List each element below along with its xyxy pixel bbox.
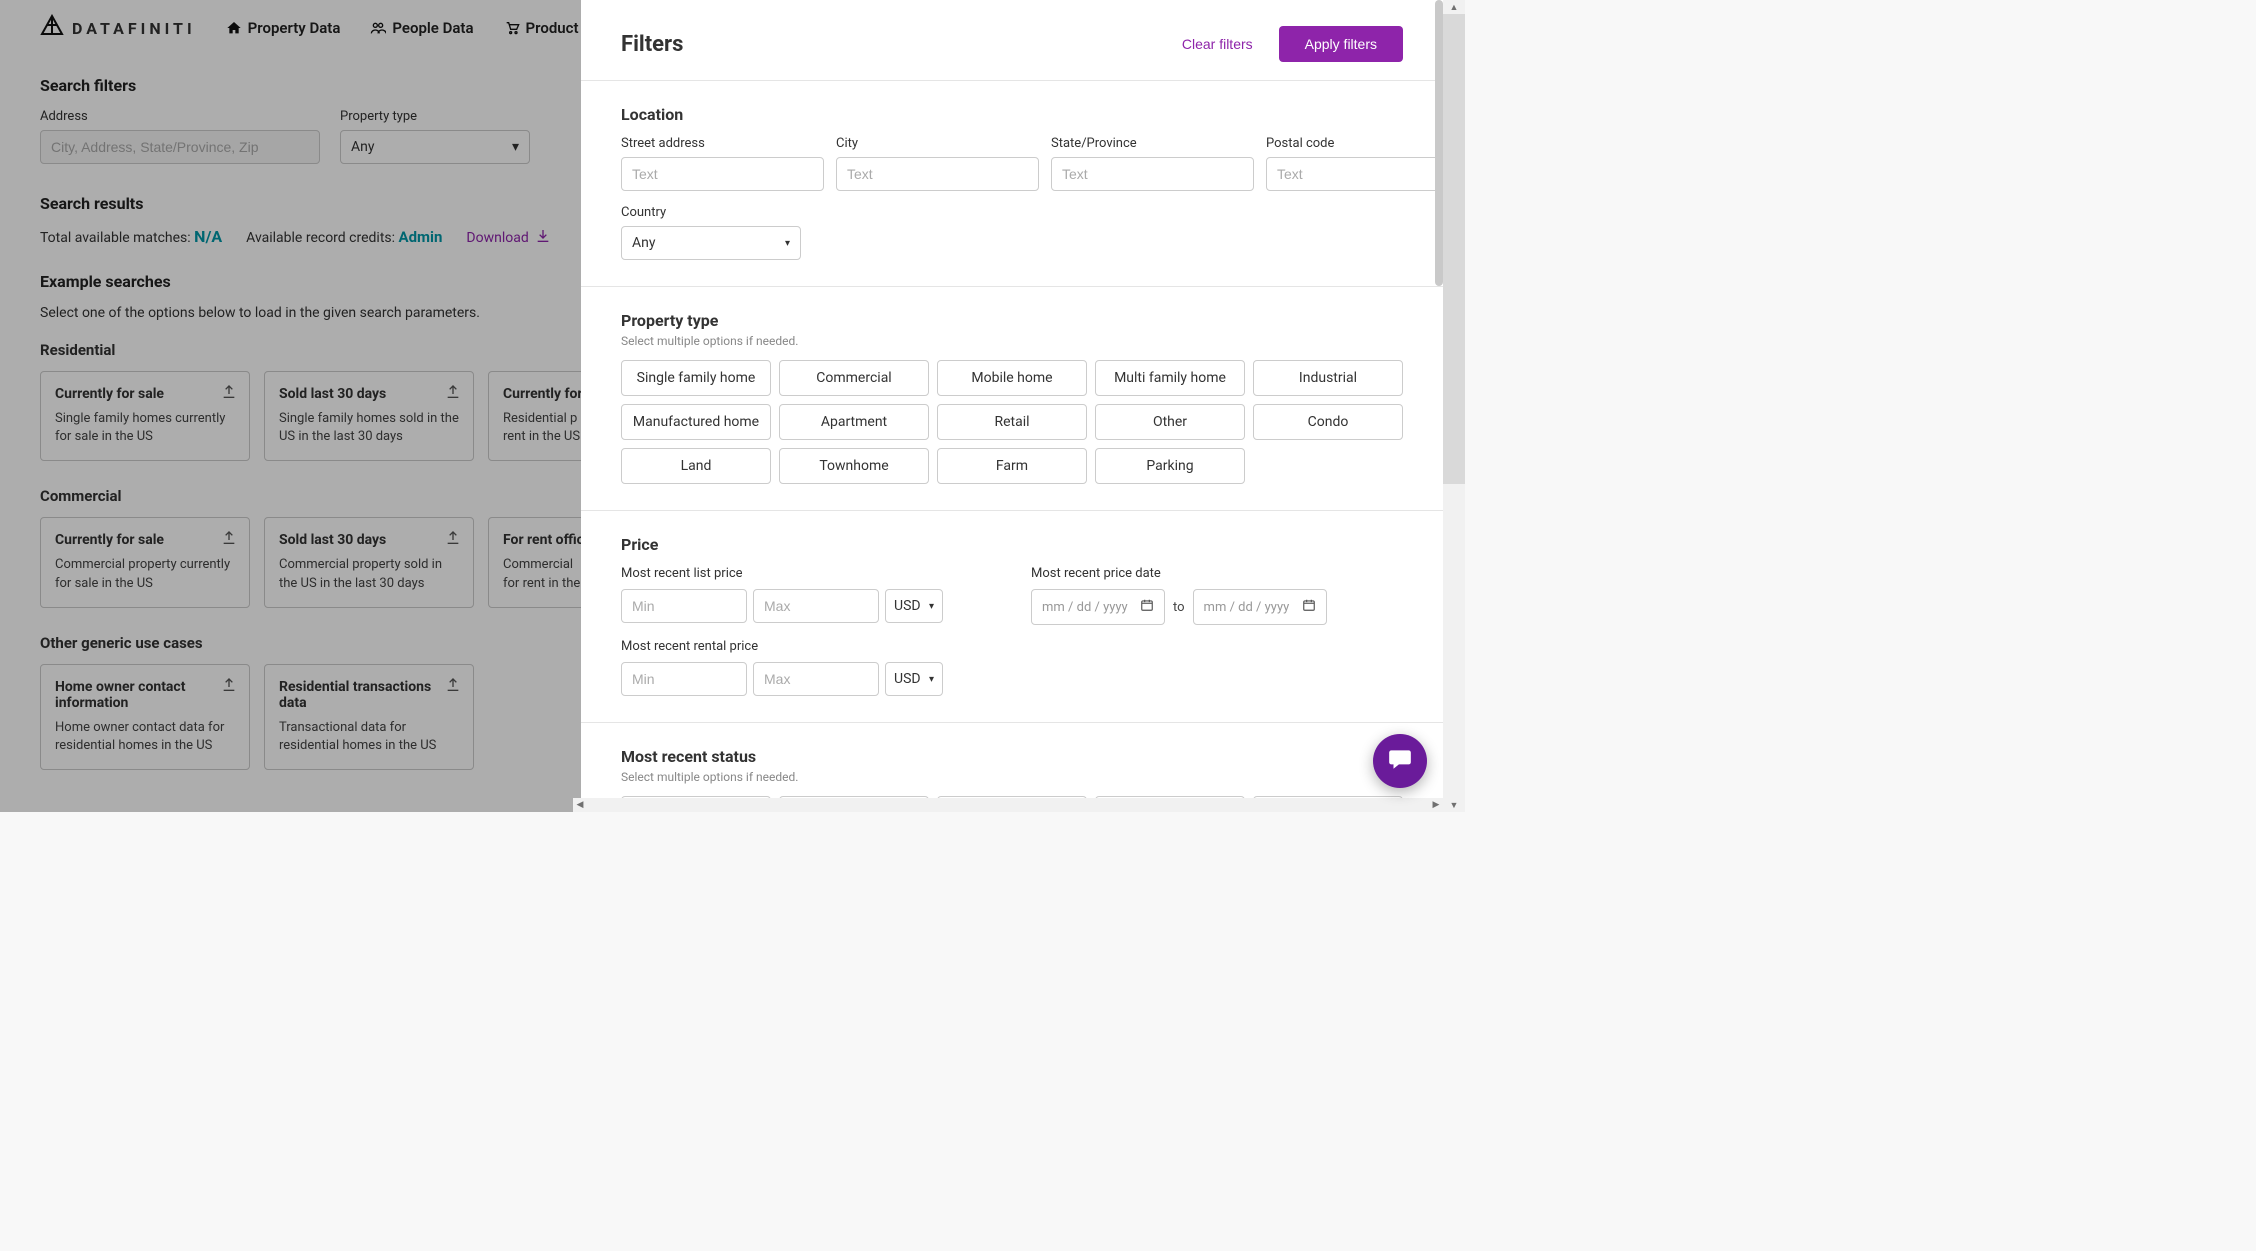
apply-filters-button[interactable]: Apply filters bbox=[1279, 26, 1403, 62]
clear-filters-button[interactable]: Clear filters bbox=[1182, 36, 1253, 52]
property-type-chip[interactable]: Other bbox=[1095, 404, 1245, 440]
status-title: Most recent status bbox=[621, 747, 1403, 766]
divider bbox=[581, 80, 1443, 81]
panel-scrollbar[interactable] bbox=[1435, 0, 1443, 798]
scroll-left-arrow-icon[interactable]: ◀ bbox=[573, 798, 587, 812]
price-section: Price Most recent list price USD ▾ Most … bbox=[621, 535, 1403, 696]
city-input[interactable] bbox=[836, 157, 1039, 191]
list-price-min-input[interactable] bbox=[621, 589, 747, 623]
location-section: Location Street address City State/Provi… bbox=[621, 105, 1403, 260]
property-type-chip[interactable]: Mobile home bbox=[937, 360, 1087, 396]
divider bbox=[581, 722, 1443, 723]
chevron-down-icon: ▾ bbox=[785, 238, 790, 249]
property-type-chip[interactable]: Retail bbox=[937, 404, 1087, 440]
property-type-section: Property type Select multiple options if… bbox=[621, 311, 1403, 484]
property-type-chip[interactable]: Commercial bbox=[779, 360, 929, 396]
chevron-down-icon: ▾ bbox=[929, 601, 934, 612]
postal-input[interactable] bbox=[1266, 157, 1443, 191]
chat-icon bbox=[1387, 746, 1413, 776]
date-to-label: to bbox=[1173, 600, 1185, 615]
rental-price-max-input[interactable] bbox=[753, 662, 879, 696]
property-type-chip[interactable]: Condo bbox=[1253, 404, 1403, 440]
property-type-chips: Single family homeCommercialMobile homeM… bbox=[621, 360, 1403, 484]
country-select[interactable]: Any ▾ bbox=[621, 226, 801, 260]
filters-title: Filters bbox=[621, 32, 683, 57]
property-type-chip[interactable]: Farm bbox=[937, 448, 1087, 484]
chevron-down-icon: ▾ bbox=[929, 674, 934, 685]
property-type-sub: Select multiple options if needed. bbox=[621, 334, 1403, 348]
list-price-label: Most recent list price bbox=[621, 566, 993, 581]
scroll-up-arrow-icon[interactable]: ▲ bbox=[1443, 0, 1465, 14]
list-price-currency-select[interactable]: USD ▾ bbox=[885, 589, 943, 623]
list-price-max-input[interactable] bbox=[753, 589, 879, 623]
property-type-chip[interactable]: Multi family home bbox=[1095, 360, 1245, 396]
property-type-chip[interactable]: Townhome bbox=[779, 448, 929, 484]
divider bbox=[581, 510, 1443, 511]
window-scrollbar-thumb[interactable] bbox=[1443, 14, 1465, 484]
city-label: City bbox=[836, 136, 1039, 151]
price-title: Price bbox=[621, 535, 1403, 554]
window-scrollbar-horizontal[interactable]: ◀ ▶ bbox=[573, 798, 1443, 812]
scroll-right-arrow-icon[interactable]: ▶ bbox=[1429, 798, 1443, 812]
street-address-label: Street address bbox=[621, 136, 824, 151]
street-address-input[interactable] bbox=[621, 157, 824, 191]
calendar-icon bbox=[1140, 598, 1154, 616]
price-date-to-input[interactable]: mm / dd / yyyy bbox=[1193, 589, 1327, 625]
property-type-title: Property type bbox=[621, 311, 1403, 330]
price-date-from-input[interactable]: mm / dd / yyyy bbox=[1031, 589, 1165, 625]
location-title: Location bbox=[621, 105, 1403, 124]
state-input[interactable] bbox=[1051, 157, 1254, 191]
property-type-chip[interactable]: Land bbox=[621, 448, 771, 484]
property-type-chip[interactable]: Parking bbox=[1095, 448, 1245, 484]
rental-price-min-input[interactable] bbox=[621, 662, 747, 696]
property-type-chip[interactable]: Industrial bbox=[1253, 360, 1403, 396]
scroll-down-arrow-icon[interactable]: ▼ bbox=[1443, 798, 1465, 812]
property-type-chip[interactable]: Apartment bbox=[779, 404, 929, 440]
property-type-chip[interactable]: Single family home bbox=[621, 360, 771, 396]
rental-price-label: Most recent rental price bbox=[621, 639, 993, 654]
filters-header: Filters Clear filters Apply filters bbox=[621, 26, 1403, 62]
divider bbox=[581, 286, 1443, 287]
rental-price-currency-select[interactable]: USD ▾ bbox=[885, 662, 943, 696]
chat-bubble-button[interactable] bbox=[1373, 734, 1427, 788]
calendar-icon bbox=[1302, 598, 1316, 616]
filters-panel: Filters Clear filters Apply filters Loca… bbox=[581, 0, 1443, 812]
postal-label: Postal code bbox=[1266, 136, 1443, 151]
state-label: State/Province bbox=[1051, 136, 1254, 151]
panel-scrollbar-thumb[interactable] bbox=[1435, 0, 1443, 286]
status-sub: Select multiple options if needed. bbox=[621, 770, 1403, 784]
country-label: Country bbox=[621, 205, 801, 220]
window-scrollbar-vertical[interactable]: ▲ ▼ bbox=[1443, 0, 1465, 812]
price-date-label: Most recent price date bbox=[1031, 566, 1403, 581]
property-type-chip[interactable]: Manufactured home bbox=[621, 404, 771, 440]
